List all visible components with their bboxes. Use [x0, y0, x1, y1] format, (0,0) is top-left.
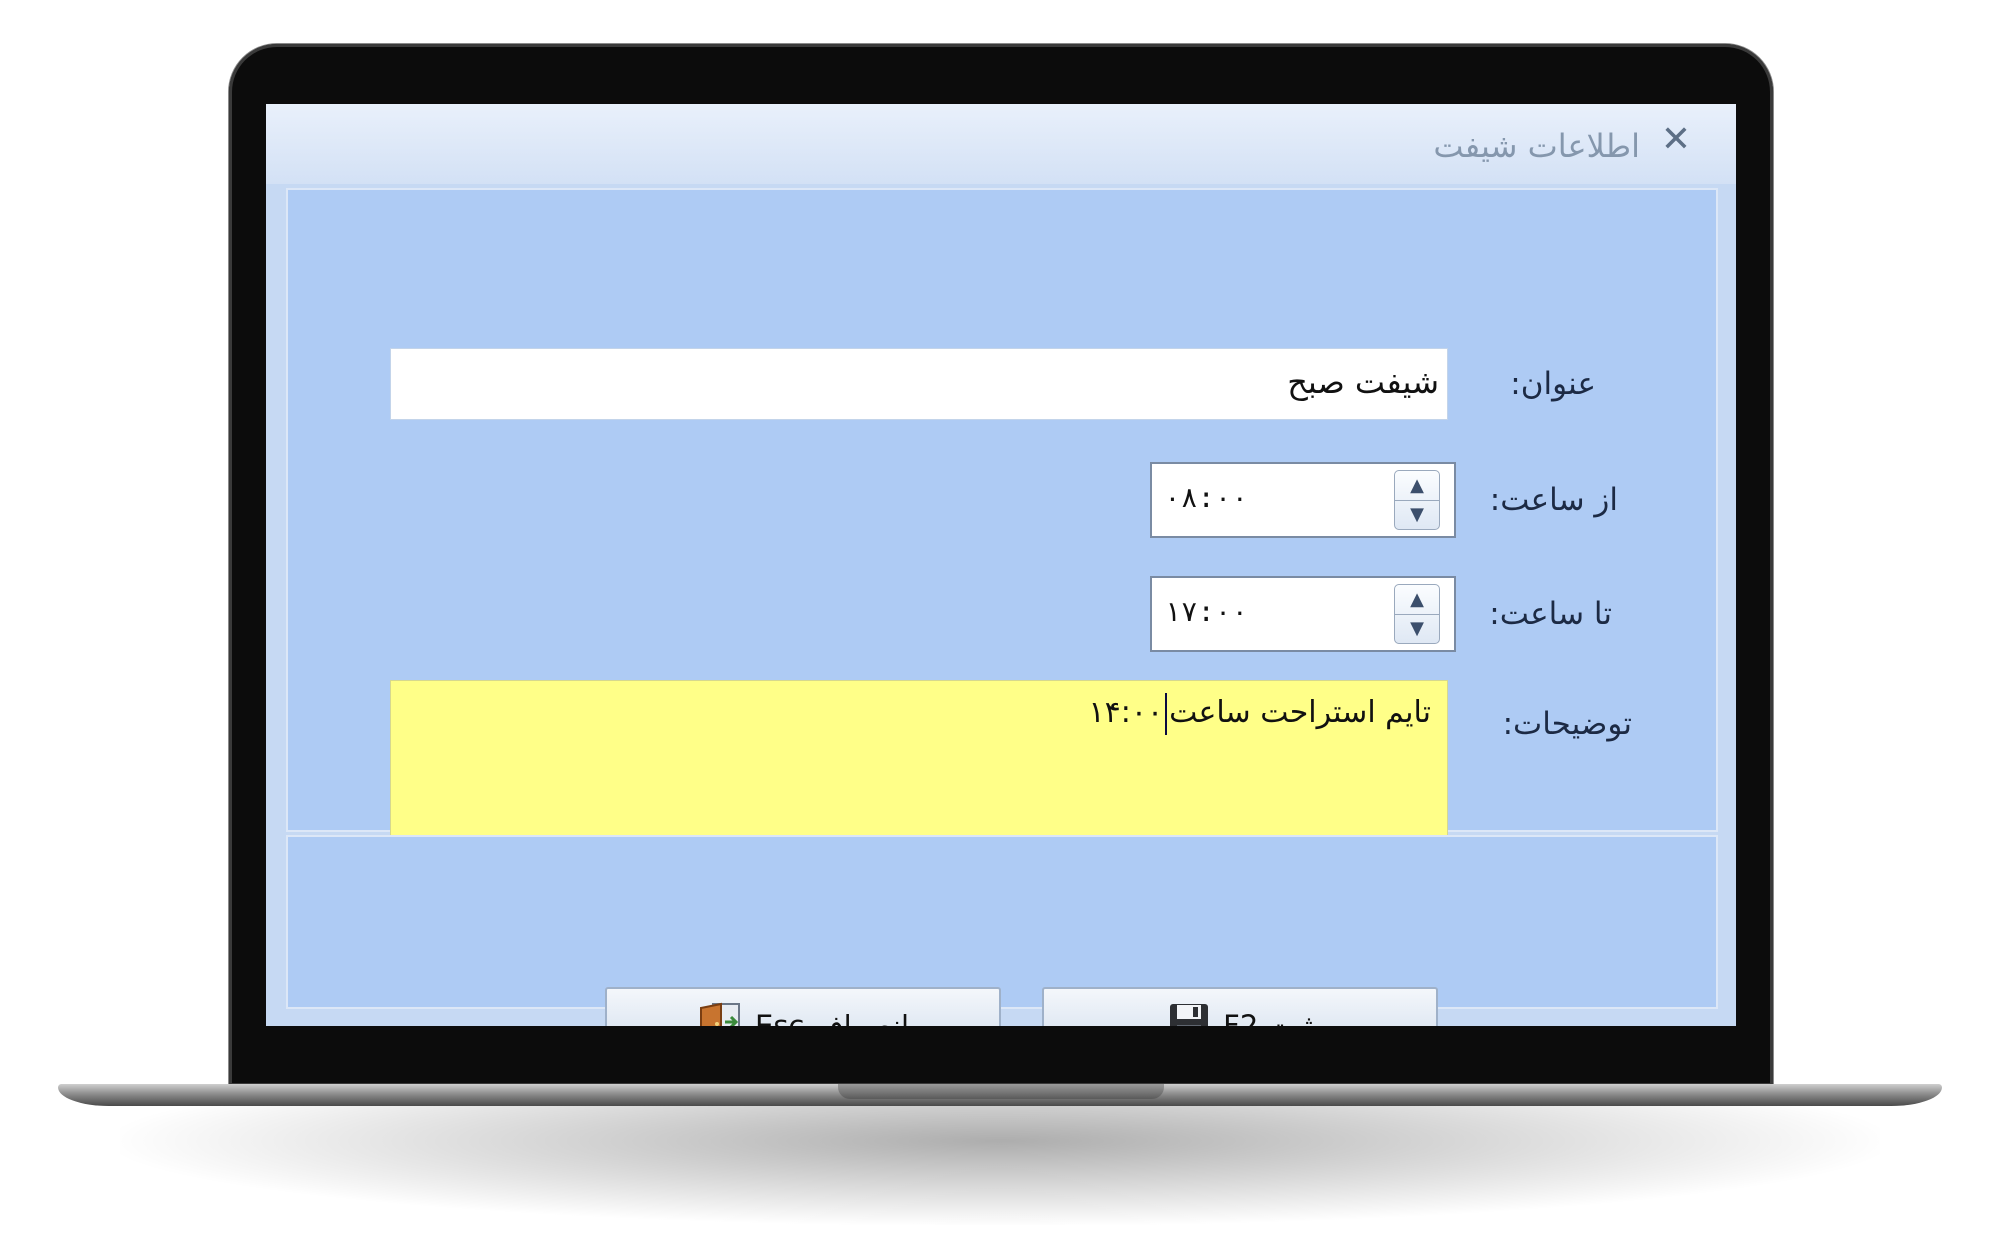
exit-door-icon — [697, 1000, 743, 1026]
dialog-titlebar: ✕ اطلاعات شیفت — [266, 104, 1736, 184]
description-text-after-caret: ۱۴:۰۰ — [1088, 695, 1164, 730]
laptop-hinge-notch — [838, 1084, 1164, 1099]
dialog-title: اطلاعات شیفت — [1433, 127, 1640, 165]
cancel-button-label: انصراف Esc — [755, 1009, 910, 1026]
from-time-down-button[interactable]: ▼ — [1395, 500, 1439, 529]
form-panel: عنوان: شیفت صبح از ساعت: ۰۸:۰۰ ▲ ▼ تا سا… — [286, 188, 1718, 854]
to-time-value[interactable]: ۱۷:۰۰ — [1164, 592, 1248, 632]
text-caret — [1165, 692, 1168, 735]
from-time-spinner[interactable]: ۰۸:۰۰ ▲ ▼ — [1150, 462, 1456, 538]
cancel-button[interactable]: انصراف Esc — [605, 987, 1001, 1026]
save-button-label: ثبت F2 — [1223, 1009, 1313, 1026]
to-time-label: تا ساعت: — [1489, 596, 1612, 632]
title-field[interactable]: شیفت صبح — [390, 348, 1448, 420]
to-time-spinner[interactable]: ۱۷:۰۰ ▲ ▼ — [1150, 576, 1456, 652]
to-time-up-button[interactable]: ▲ — [1395, 585, 1439, 615]
button-bar: ثبت F2 انصراف Esc — [286, 835, 1718, 1026]
from-time-value[interactable]: ۰۸:۰۰ — [1164, 478, 1248, 518]
from-time-spin-buttons: ▲ ▼ — [1394, 470, 1440, 530]
title-label: عنوان: — [1510, 366, 1596, 402]
close-icon[interactable]: ✕ — [1654, 118, 1698, 162]
shift-info-dialog: ✕ اطلاعات شیفت عنوان: شیفت صبح از ساعت: … — [266, 104, 1736, 1026]
description-textarea[interactable]: تایم استراحت ساعت۱۴:۰۰ — [390, 680, 1448, 854]
floppy-disk-icon — [1167, 1001, 1211, 1026]
to-time-down-button[interactable]: ▼ — [1395, 614, 1439, 643]
from-time-up-button[interactable]: ▲ — [1395, 471, 1439, 501]
description-label: توضیحات: — [1502, 706, 1632, 742]
description-text-before-caret: تایم استراحت ساعت — [1169, 695, 1431, 730]
from-time-label: از ساعت: — [1489, 482, 1618, 518]
save-button[interactable]: ثبت F2 — [1042, 987, 1438, 1026]
laptop-shadow — [120, 1105, 1880, 1225]
to-time-spin-buttons: ▲ ▼ — [1394, 584, 1440, 644]
